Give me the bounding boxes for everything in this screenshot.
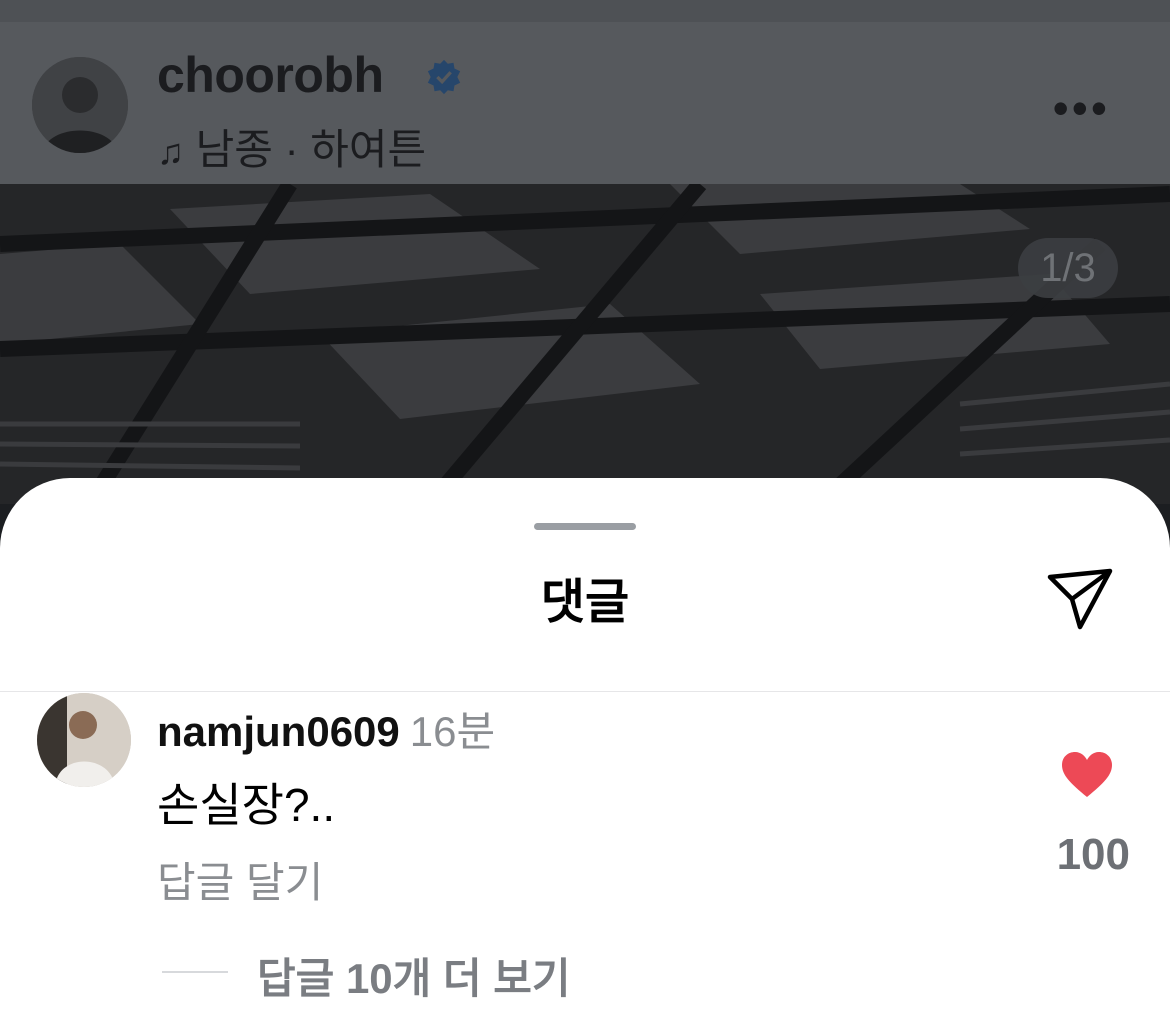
comment-header: namjun0609 16분 bbox=[157, 698, 495, 759]
replies-divider-line bbox=[162, 971, 228, 973]
post-more-options-button[interactable]: ••• bbox=[1053, 85, 1110, 131]
heart-filled-icon[interactable] bbox=[1060, 751, 1114, 799]
sheet-title: 댓글 bbox=[540, 576, 630, 629]
post-author-username[interactable]: choorobh bbox=[157, 46, 384, 104]
verified-badge-icon bbox=[427, 59, 461, 95]
commenter-avatar[interactable] bbox=[37, 693, 131, 787]
paper-plane-icon[interactable] bbox=[1046, 563, 1116, 633]
view-more-replies-button[interactable]: 답글 10개 더 보기 bbox=[257, 945, 571, 1006]
image-page-counter: 1/3 bbox=[1018, 238, 1118, 298]
post-image[interactable] bbox=[0, 184, 1170, 504]
post-author-avatar[interactable] bbox=[32, 57, 128, 153]
comment-text: 손실장?.. bbox=[157, 779, 336, 831]
post-header: choorobh ♫ 남종 · 하여튼 ••• bbox=[0, 0, 1170, 184]
comment-like-count: 100 bbox=[1056, 830, 1130, 879]
post-music-info[interactable]: ♫ 남종 · 하여튼 bbox=[157, 116, 426, 177]
reply-button[interactable]: 답글 달기 bbox=[157, 849, 323, 910]
comment-username[interactable]: namjun0609 bbox=[157, 708, 400, 755]
music-note-icon: ♫ bbox=[157, 131, 184, 172]
sheet-drag-handle[interactable] bbox=[534, 523, 636, 530]
sheet-divider bbox=[0, 691, 1170, 692]
comments-sheet: 댓글 namjun0609 16분 손실장?.. 답글 달기 100 답글 10개… bbox=[0, 478, 1170, 1022]
comment-timestamp: 16분 bbox=[409, 708, 496, 755]
